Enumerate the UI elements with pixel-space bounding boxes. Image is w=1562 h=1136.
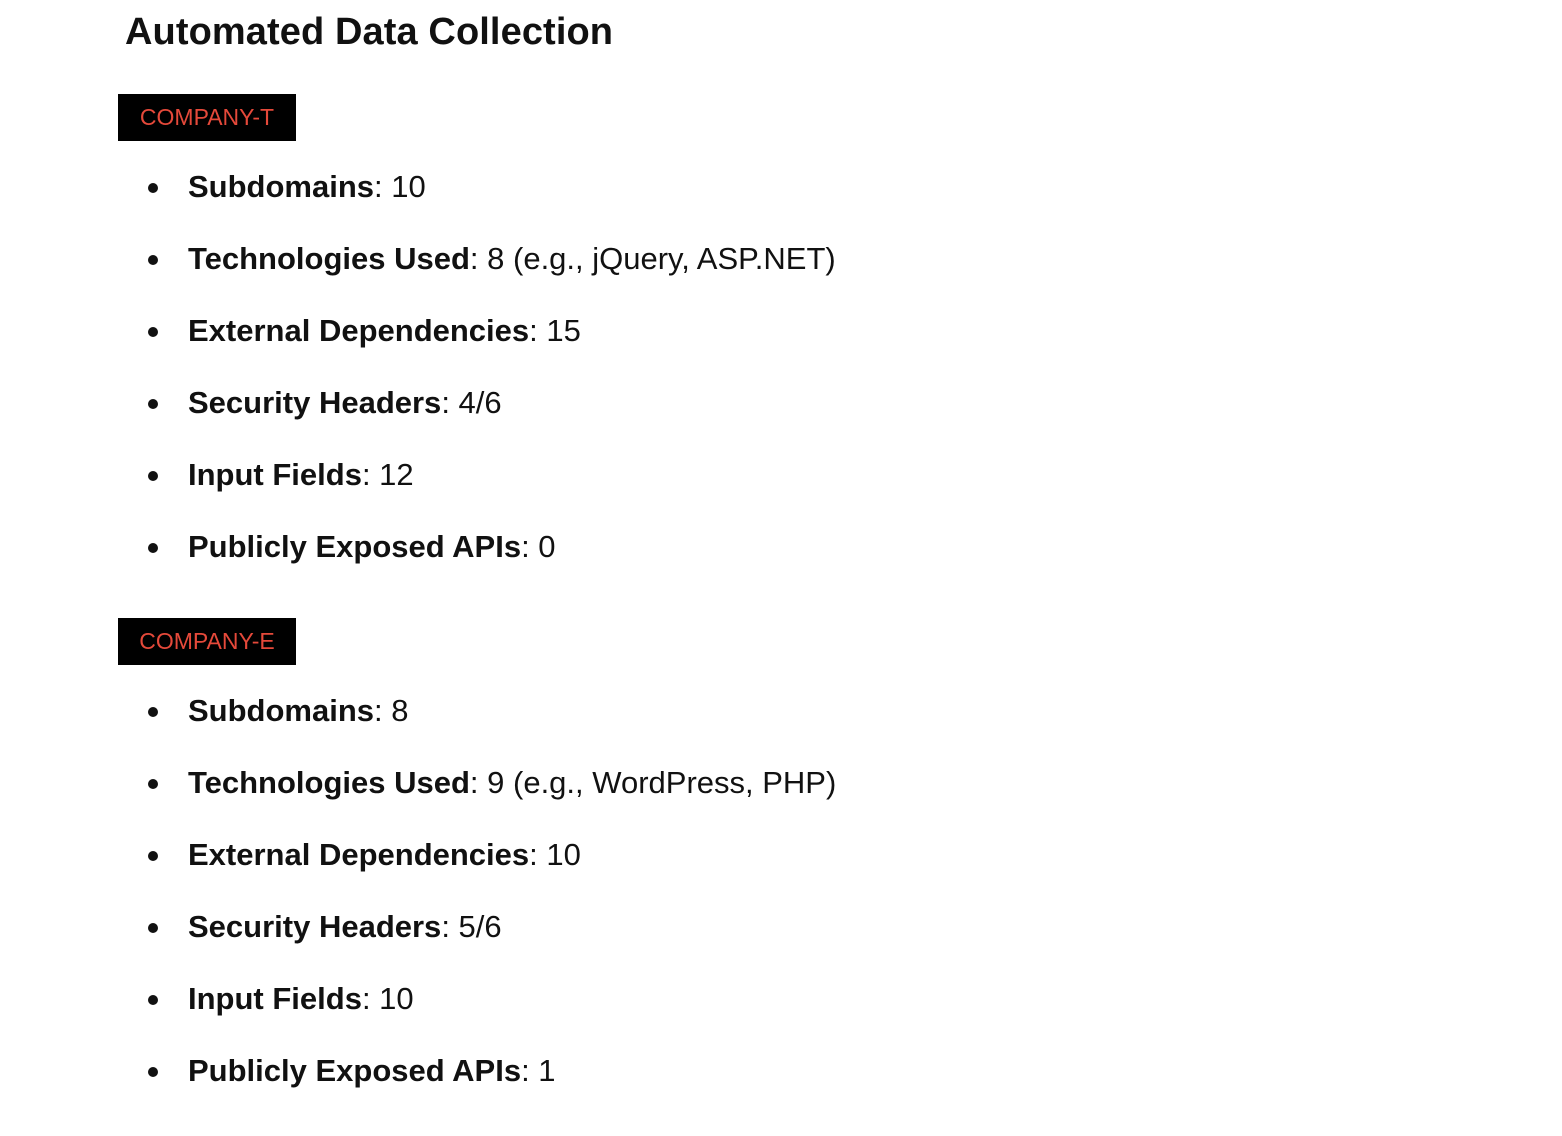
stat-value: : 0 [521,529,556,564]
bullet-icon [148,707,158,717]
stat-label: Subdomains [188,693,375,728]
stat-value: : 8 [374,693,409,728]
bullet-icon [148,183,158,193]
list-item-input-fields: Input Fields: 12 [118,452,836,524]
stat-value: : 10 [529,837,581,872]
bullet-icon [148,327,158,337]
list-item-public-apis: Publicly Exposed APIs: 0 [118,524,836,596]
stat-label: Technologies Used [188,765,470,800]
list-item-security-headers: Security Headers: 4/6 [118,380,836,452]
stat-value: : 12 [361,457,414,492]
list-item-input-fields: Input Fields: 10 [118,976,836,1048]
stat-label: External Dependencies [188,837,530,872]
company-badge: COMPANY-E [118,618,296,665]
stat-label: Technologies Used [188,241,470,276]
company-section-t: COMPANY-T Subdomains: 10 Technologies Us… [118,94,1218,564]
stat-label: Subdomains [188,169,375,204]
stat-value: : 1 [521,1053,556,1088]
stat-value: : 10 [374,169,426,204]
bullet-icon [148,1067,158,1077]
stat-label: Security Headers [188,385,442,420]
stat-value: : 15 [529,313,581,348]
page-title: Automated Data Collection [125,11,614,53]
bullet-icon [148,851,158,861]
stat-value: : 4/6 [441,385,502,420]
stat-label: Input Fields [188,981,362,1016]
bullet-icon [148,779,158,789]
stat-label: Input Fields [188,457,362,492]
list-item-technologies: Technologies Used: 8 (e.g., jQuery, ASP.… [118,236,836,308]
list-item-public-apis: Publicly Exposed APIs: 1 [118,1048,836,1120]
stat-value: : 8 (e.g., jQuery, ASP.NET) [469,241,836,276]
list-item-external-dependencies: External Dependencies: 15 [118,308,836,380]
list-item-security-headers: Security Headers: 5/6 [118,904,836,976]
stat-value: : 5/6 [441,909,502,944]
stat-label: Publicly Exposed APIs [188,1053,522,1088]
stat-value: : 9 (e.g., WordPress, PHP) [469,765,837,800]
bullet-icon [148,471,158,481]
bullet-icon [148,255,158,265]
bullet-icon [148,923,158,933]
bullet-icon [148,995,158,1005]
list-item-subdomains: Subdomains: 10 [118,164,836,236]
stat-value: : 10 [361,981,414,1016]
list-item-technologies: Technologies Used: 9 (e.g., WordPress, P… [118,760,836,832]
stat-list: Subdomains: 10 Technologies Used: 8 (e.g… [118,164,836,596]
bullet-icon [148,399,158,409]
list-item-external-dependencies: External Dependencies: 10 [118,832,836,904]
company-section-e: COMPANY-E Subdomains: 8 Technologies Use… [118,618,1218,1088]
stat-label: Publicly Exposed APIs [188,529,522,564]
list-item-subdomains: Subdomains: 8 [118,688,836,760]
stat-list: Subdomains: 8 Technologies Used: 9 (e.g.… [118,688,836,1120]
stat-label: External Dependencies [188,313,530,348]
stat-label: Security Headers [188,909,442,944]
bullet-icon [148,543,158,553]
company-badge: COMPANY-T [118,94,296,141]
